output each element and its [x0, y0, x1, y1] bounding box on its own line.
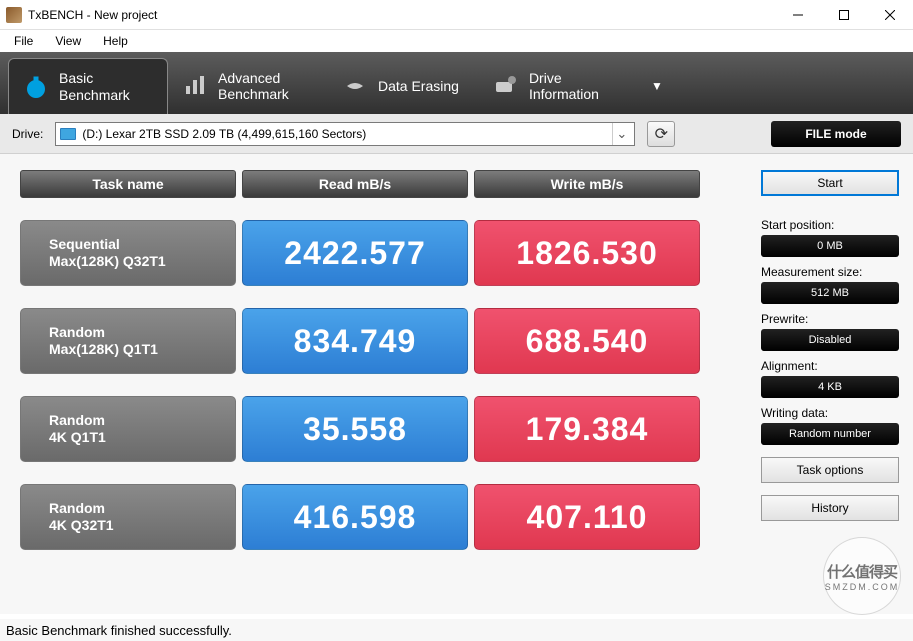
task-line1: Sequential — [49, 236, 235, 253]
history-button[interactable]: History — [761, 495, 899, 521]
prewrite-label: Prewrite: — [761, 312, 899, 326]
drive-info-icon — [493, 73, 519, 99]
tab-overflow-button[interactable]: ▼ — [651, 79, 663, 93]
tab-basic-benchmark[interactable]: Basic Benchmark — [8, 58, 168, 114]
table-row: Random 4K Q1T1 35.558 179.384 — [20, 396, 749, 462]
write-value: 179.384 — [474, 396, 700, 462]
tab-label: Information — [529, 86, 599, 102]
write-value: 1826.530 — [474, 220, 700, 286]
tab-label: Benchmark — [218, 86, 289, 102]
close-button[interactable] — [867, 0, 913, 30]
drive-label: Drive: — [12, 127, 43, 141]
header-write: Write mB/s — [474, 170, 700, 198]
tab-label: Benchmark — [59, 87, 130, 103]
results-panel: Task name Read mB/s Write mB/s Sequentia… — [0, 154, 761, 614]
table-header: Task name Read mB/s Write mB/s — [20, 170, 749, 198]
prewrite-value[interactable]: Disabled — [761, 329, 899, 351]
writing-data: Writing data: Random number — [761, 406, 899, 445]
read-value: 35.558 — [242, 396, 468, 462]
erase-icon — [342, 73, 368, 99]
alignment: Alignment: 4 KB — [761, 359, 899, 398]
tab-drive-information[interactable]: Drive Information — [479, 58, 639, 114]
task-line2: Max(128K) Q1T1 — [49, 341, 235, 358]
tab-label: Advanced — [218, 70, 289, 86]
task-name: Random Max(128K) Q1T1 — [20, 308, 236, 374]
tab-data-erasing[interactable]: Data Erasing — [328, 58, 479, 114]
write-value: 407.110 — [474, 484, 700, 550]
writing-data-value[interactable]: Random number — [761, 423, 899, 445]
menu-bar: File View Help — [0, 30, 913, 52]
task-line2: Max(128K) Q32T1 — [49, 253, 235, 270]
app-icon — [6, 7, 22, 23]
minimize-button[interactable] — [775, 0, 821, 30]
start-position: Start position: 0 MB — [761, 218, 899, 257]
task-name: Random 4K Q1T1 — [20, 396, 236, 462]
task-line2: 4K Q1T1 — [49, 429, 235, 446]
write-value: 688.540 — [474, 308, 700, 374]
drive-select[interactable]: (D:) Lexar 2TB SSD 2.09 TB (4,499,615,16… — [55, 122, 635, 146]
read-value: 2422.577 — [242, 220, 468, 286]
tab-label: Drive — [529, 70, 599, 86]
bars-icon — [182, 73, 208, 99]
header-task: Task name — [20, 170, 236, 198]
main-content: Task name Read mB/s Write mB/s Sequentia… — [0, 154, 913, 614]
side-panel: Start Start position: 0 MB Measurement s… — [761, 154, 913, 614]
task-line1: Random — [49, 412, 235, 429]
file-mode-button[interactable]: FILE mode — [771, 121, 901, 147]
window-title: TxBENCH - New project — [28, 8, 157, 22]
start-button[interactable]: Start — [761, 170, 899, 196]
header-read: Read mB/s — [242, 170, 468, 198]
menu-help[interactable]: Help — [93, 32, 138, 50]
task-line1: Random — [49, 324, 235, 341]
tab-bar: Basic Benchmark Advanced Benchmark Data … — [0, 52, 913, 114]
maximize-button[interactable] — [821, 0, 867, 30]
status-bar: Basic Benchmark finished successfully. — [0, 619, 913, 641]
prewrite: Prewrite: Disabled — [761, 312, 899, 351]
task-name: Random 4K Q32T1 — [20, 484, 236, 550]
read-value: 416.598 — [242, 484, 468, 550]
refresh-icon: ⟳ — [655, 124, 668, 144]
chevron-down-icon: ⌄ — [612, 123, 630, 145]
menu-file[interactable]: File — [4, 32, 43, 50]
writing-data-label: Writing data: — [761, 406, 899, 420]
measurement-size: Measurement size: 512 MB — [761, 265, 899, 304]
tab-label: Data Erasing — [378, 78, 459, 94]
alignment-label: Alignment: — [761, 359, 899, 373]
task-name: Sequential Max(128K) Q32T1 — [20, 220, 236, 286]
drive-toolbar: Drive: (D:) Lexar 2TB SSD 2.09 TB (4,499… — [0, 114, 913, 154]
tab-advanced-benchmark[interactable]: Advanced Benchmark — [168, 58, 328, 114]
start-position-label: Start position: — [761, 218, 899, 232]
table-row: Random Max(128K) Q1T1 834.749 688.540 — [20, 308, 749, 374]
disk-icon — [60, 128, 76, 140]
status-text: Basic Benchmark finished successfully. — [6, 623, 232, 638]
menu-view[interactable]: View — [45, 32, 91, 50]
table-row: Sequential Max(128K) Q32T1 2422.577 1826… — [20, 220, 749, 286]
task-line1: Random — [49, 500, 235, 517]
start-position-value[interactable]: 0 MB — [761, 235, 899, 257]
refresh-button[interactable]: ⟳ — [647, 121, 675, 147]
stopwatch-icon — [23, 74, 49, 100]
measurement-size-value[interactable]: 512 MB — [761, 282, 899, 304]
drive-value: (D:) Lexar 2TB SSD 2.09 TB (4,499,615,16… — [82, 127, 366, 141]
title-bar: TxBENCH - New project — [0, 0, 913, 30]
task-line2: 4K Q32T1 — [49, 517, 235, 534]
table-row: Random 4K Q32T1 416.598 407.110 — [20, 484, 749, 550]
measurement-size-label: Measurement size: — [761, 265, 899, 279]
read-value: 834.749 — [242, 308, 468, 374]
tab-label: Basic — [59, 70, 130, 86]
alignment-value[interactable]: 4 KB — [761, 376, 899, 398]
task-options-button[interactable]: Task options — [761, 457, 899, 483]
